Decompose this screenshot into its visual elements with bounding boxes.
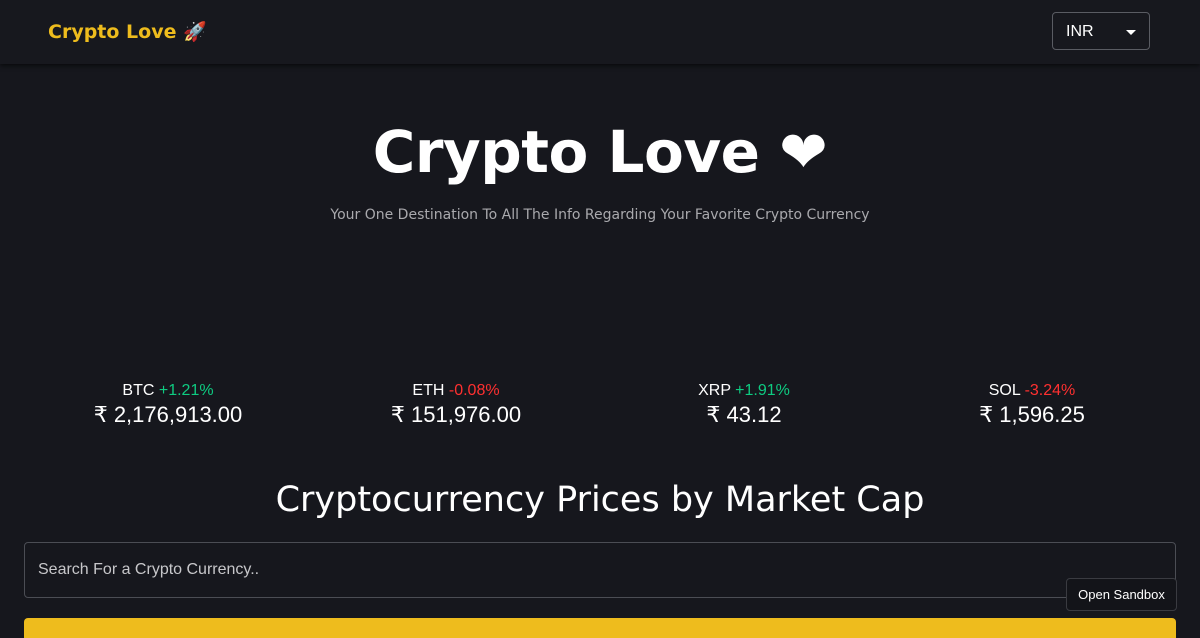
- coin-price: ₹ 43.12: [706, 402, 782, 427]
- coin-header: XRP +1.91%: [600, 380, 888, 402]
- trending-coin-btc[interactable]: BTC +1.21% ₹ 2,176,913.00: [24, 380, 312, 428]
- trending-coin-xrp[interactable]: XRP +1.91% ₹ 43.12: [600, 380, 888, 428]
- coin-change: +1.21%: [158, 382, 214, 399]
- open-sandbox-button[interactable]: Open Sandbox: [1066, 578, 1177, 611]
- chevron-down-icon: [1126, 30, 1136, 35]
- trending-coin-sol[interactable]: SOL -3.24% ₹ 1,596.25: [888, 380, 1176, 428]
- coin-price: ₹ 151,976.00: [390, 402, 522, 427]
- coin-table-header: [24, 618, 1176, 638]
- coin-symbol: BTC: [122, 382, 155, 399]
- coin-price: ₹ 2,176,913.00: [93, 402, 243, 427]
- market-section-title: Cryptocurrency Prices by Market Cap: [275, 480, 925, 520]
- coin-header: ETH -0.08%: [312, 380, 600, 402]
- currency-select[interactable]: INR: [1052, 12, 1150, 50]
- hero-title: Crypto Love ❤: [372, 118, 828, 186]
- coin-change: -3.24%: [1024, 382, 1076, 399]
- top-navbar: Crypto Love 🚀 INR: [0, 0, 1200, 64]
- currency-select-value: INR: [1066, 23, 1094, 40]
- coin-symbol: XRP: [698, 382, 731, 399]
- trending-carousel: BTC +1.21% ₹ 2,176,913.00 ETH -0.08% ₹ 1…: [24, 380, 1176, 440]
- coin-header: BTC +1.21%: [24, 380, 312, 402]
- coin-price: ₹ 1,596.25: [979, 402, 1085, 427]
- coin-symbol: SOL: [988, 382, 1021, 399]
- trending-coin-eth[interactable]: ETH -0.08% ₹ 151,976.00: [312, 380, 600, 428]
- hero-subtitle: Your One Destination To All The Info Reg…: [330, 207, 870, 223]
- coin-change: -0.08%: [448, 382, 500, 399]
- coin-header: SOL -3.24%: [888, 380, 1176, 402]
- coin-symbol: ETH: [412, 382, 445, 399]
- coin-change: +1.91%: [735, 382, 790, 399]
- crypto-search-input[interactable]: [24, 542, 1176, 598]
- brand-logo[interactable]: Crypto Love 🚀: [48, 20, 207, 43]
